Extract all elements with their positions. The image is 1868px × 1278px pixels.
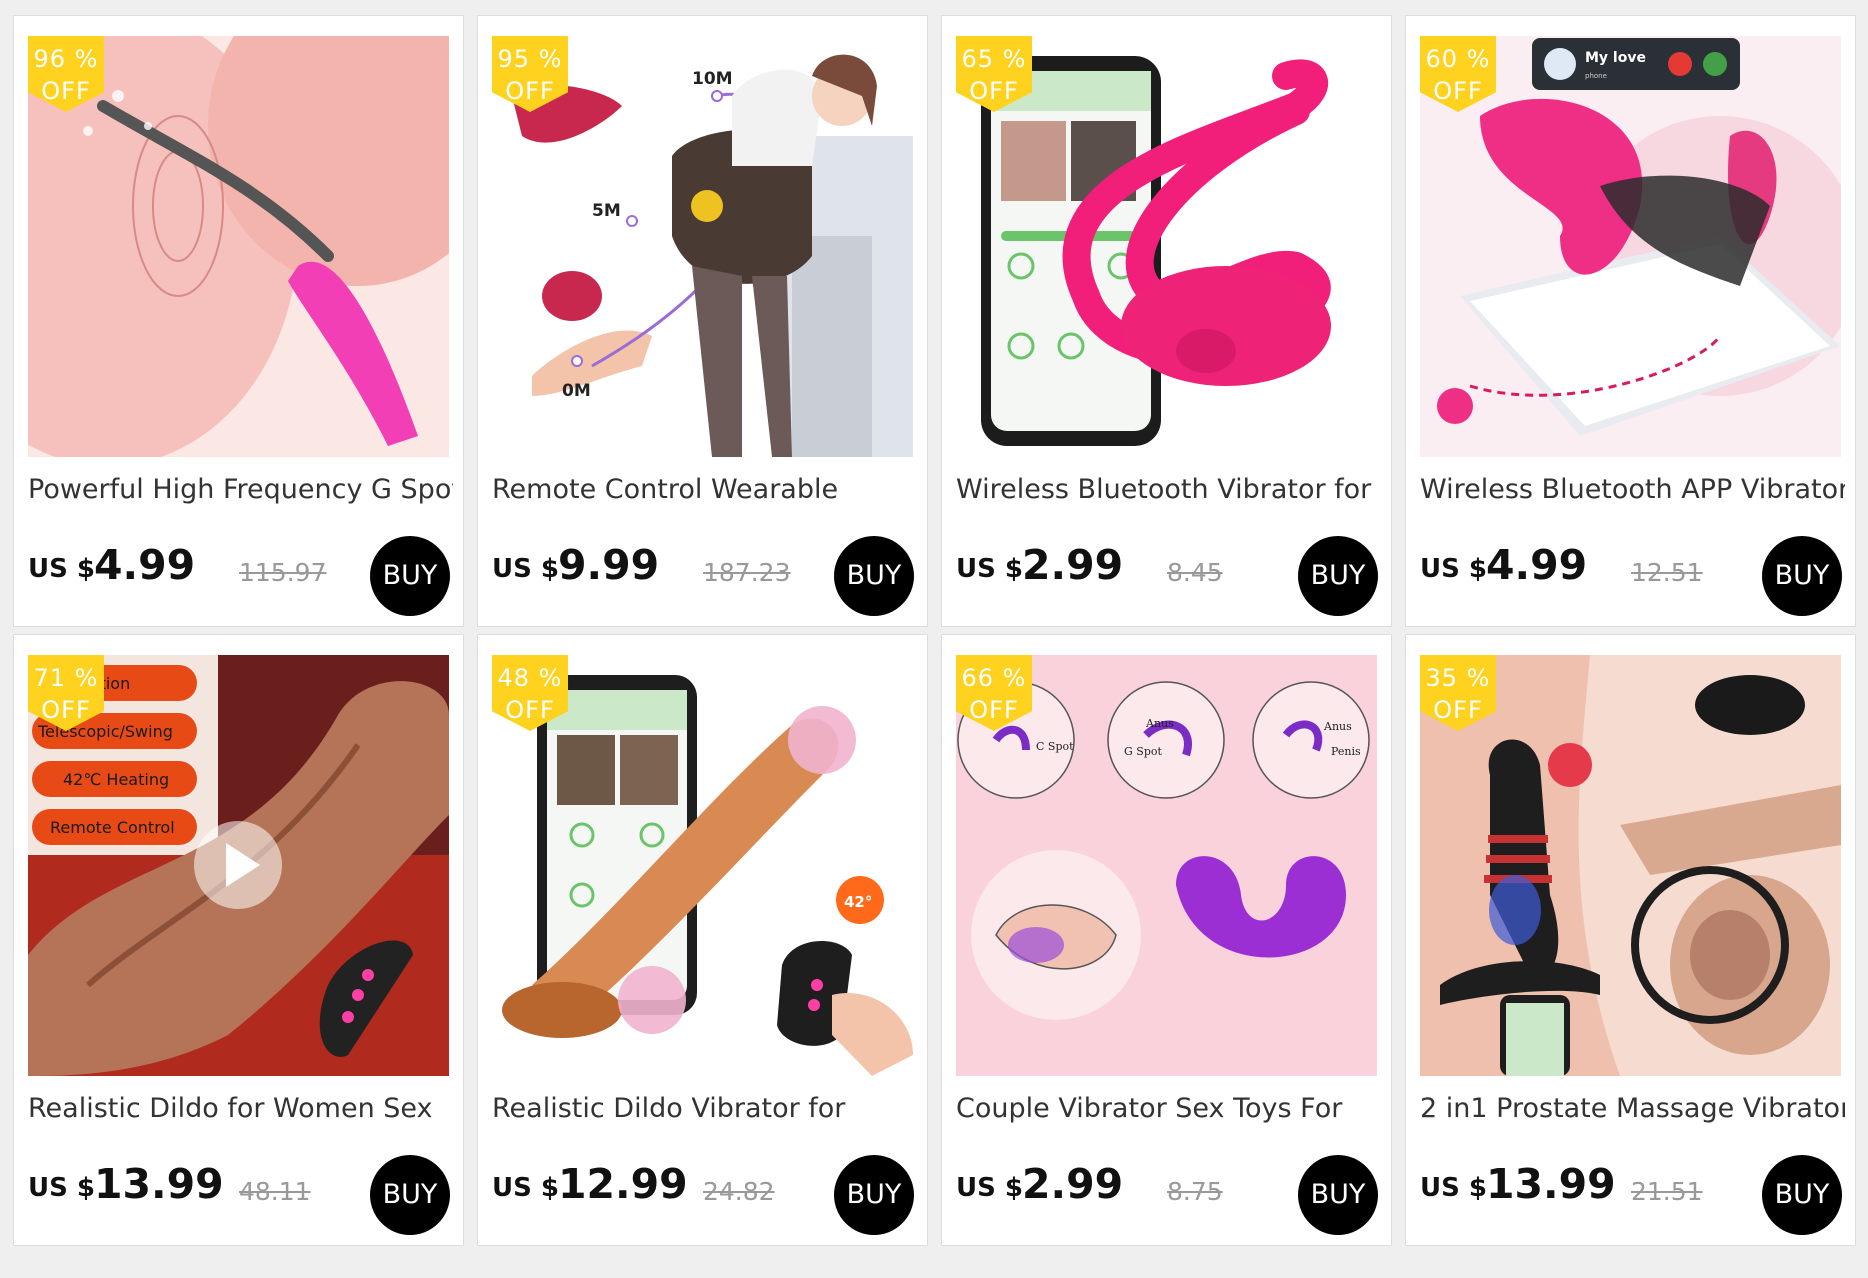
couple-vibrator-image: C Spot Anus G Spot Anus Penis	[956, 655, 1377, 1076]
original-price: 8.45	[1167, 558, 1223, 587]
original-price: 187.23	[703, 558, 791, 587]
sale-price: 12.99	[558, 1160, 688, 1208]
sale-price: 9.99	[558, 541, 660, 589]
distance-label-0m: 0M	[562, 381, 591, 401]
sale-price: 2.99	[1022, 541, 1124, 589]
discount-percent: 35 %	[1425, 664, 1491, 692]
dildo-vibrator-app-image: 42°	[492, 655, 913, 1076]
diagram-label-penis: Penis	[1331, 745, 1361, 758]
product-image[interactable]: 42°	[492, 655, 913, 1076]
original-price: 48.11	[239, 1177, 311, 1206]
product-card[interactable]: 96 % OFF Powerful High Frequency G Spot …	[13, 15, 464, 627]
diagram-label-anus-2: Anus	[1323, 720, 1352, 733]
product-title[interactable]: Powerful High Frequency G Spot	[28, 472, 453, 508]
buy-button[interactable]: BUY	[370, 1155, 450, 1235]
buy-button[interactable]: BUY	[834, 536, 914, 616]
original-price: 12.51	[1631, 558, 1703, 587]
product-card[interactable]: My love phone 60 % OFF Wireless Bluetoot…	[1405, 15, 1856, 627]
buy-button[interactable]: BUY	[1298, 536, 1378, 616]
product-image[interactable]: Vibration Telescopic/Swing 42℃ Heating R…	[28, 655, 449, 1076]
product-card[interactable]: 10M 5M 0M 95 % OFF Remote Control Wearab…	[477, 15, 928, 627]
app-vibrator-phone-image	[956, 36, 1377, 457]
product-image[interactable]	[1420, 655, 1841, 1076]
original-price: 24.82	[703, 1177, 775, 1206]
discount-percent: 48 %	[497, 664, 563, 692]
product-image[interactable]	[956, 36, 1377, 457]
product-title[interactable]: Couple Vibrator Sex Toys For	[956, 1091, 1381, 1127]
currency-label: US $	[28, 1173, 95, 1203]
product-title[interactable]: Remote Control Wearable	[492, 472, 917, 508]
diagram-label-c-spot: C Spot	[1036, 740, 1074, 753]
currency-label: US $	[1420, 554, 1487, 584]
diagram-label-g-spot: G Spot	[1124, 745, 1162, 758]
product-card[interactable]: 35 % OFF 2 in1 Prostate Massage Vibrator…	[1405, 634, 1856, 1246]
sale-price: 13.99	[94, 1160, 224, 1208]
heating-label: 42°	[844, 893, 872, 911]
product-title[interactable]: Realistic Dildo for Women Sex	[28, 1091, 453, 1127]
product-image[interactable]: My love phone	[1420, 36, 1841, 457]
distance-label-5m: 5M	[592, 201, 621, 221]
currency-label: US $	[28, 554, 95, 584]
diagram-label-anus-1: Anus	[1145, 717, 1174, 730]
caller-subtitle: phone	[1585, 72, 1607, 80]
currency-label: US $	[492, 554, 559, 584]
product-card[interactable]: Vibration Telescopic/Swing 42℃ Heating R…	[13, 634, 464, 1246]
feature-label-remote: Remote Control	[50, 818, 175, 837]
product-image[interactable]	[28, 36, 449, 457]
buy-button[interactable]: BUY	[370, 536, 450, 616]
sale-price: 4.99	[94, 541, 196, 589]
product-card[interactable]: 42° 48 % OFF Realistic Dildo Vibrator fo…	[477, 634, 928, 1246]
sale-price: 13.99	[1486, 1160, 1616, 1208]
product-title[interactable]: Realistic Dildo Vibrator for	[492, 1091, 917, 1127]
product-card[interactable]: 65 % OFF Wireless Bluetooth Vibrator for…	[941, 15, 1392, 627]
distance-label-10m: 10M	[692, 69, 733, 89]
product-title[interactable]: Wireless Bluetooth APP Vibrator	[1420, 472, 1845, 508]
currency-label: US $	[1420, 1173, 1487, 1203]
sale-price: 2.99	[1022, 1160, 1124, 1208]
realistic-dildo-video-image: Vibration Telescopic/Swing 42℃ Heating R…	[28, 655, 449, 1076]
original-price: 8.75	[1167, 1177, 1223, 1206]
product-card[interactable]: C Spot Anus G Spot Anus Penis 66 % OFF C…	[941, 634, 1392, 1246]
discount-percent: 96 %	[33, 45, 99, 73]
discount-percent: 71 %	[33, 664, 99, 692]
original-price: 115.97	[239, 558, 327, 587]
discount-percent: 95 %	[497, 45, 563, 73]
buy-button[interactable]: BUY	[1762, 536, 1842, 616]
g-spot-vibrator-image	[28, 36, 449, 457]
discount-percent: 65 %	[961, 45, 1027, 73]
original-price: 21.51	[1631, 1177, 1703, 1206]
prostate-massager-image	[1420, 655, 1841, 1076]
product-title[interactable]: 2 in1 Prostate Massage Vibrator	[1420, 1091, 1845, 1127]
feature-label-heating: 42℃ Heating	[63, 770, 169, 789]
sale-price: 4.99	[1486, 541, 1588, 589]
buy-button[interactable]: BUY	[1762, 1155, 1842, 1235]
bluetooth-app-vibrator-image: My love phone	[1420, 36, 1841, 457]
discount-percent: 66 %	[961, 664, 1027, 692]
product-image[interactable]: C Spot Anus G Spot Anus Penis	[956, 655, 1377, 1076]
product-title[interactable]: Wireless Bluetooth Vibrator for	[956, 472, 1381, 508]
buy-button[interactable]: BUY	[1298, 1155, 1378, 1235]
caller-name: My love	[1585, 50, 1646, 66]
product-grid: 96 % OFF Powerful High Frequency G Spot …	[13, 15, 1856, 1246]
discount-percent: 60 %	[1425, 45, 1491, 73]
product-image[interactable]: 10M 5M 0M	[492, 36, 913, 457]
currency-label: US $	[492, 1173, 559, 1203]
currency-label: US $	[956, 1173, 1023, 1203]
remote-wearable-image: 10M 5M 0M	[492, 36, 913, 457]
currency-label: US $	[956, 554, 1023, 584]
buy-button[interactable]: BUY	[834, 1155, 914, 1235]
